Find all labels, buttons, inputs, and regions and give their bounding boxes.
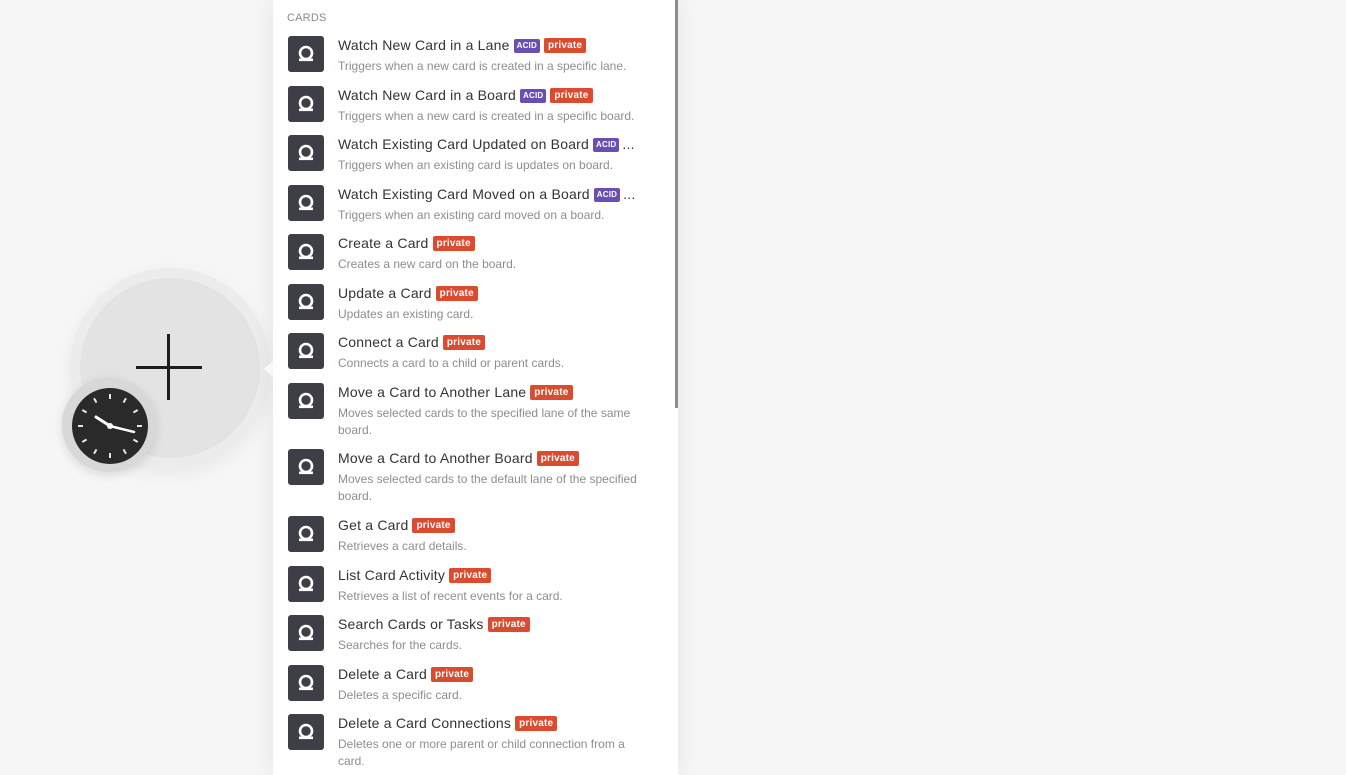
app-icon <box>288 383 324 419</box>
private-badge: private <box>435 286 478 301</box>
item-description: Triggers when a new card is created in a… <box>338 109 635 123</box>
app-icon <box>288 714 324 750</box>
private-badge: private <box>449 568 492 583</box>
private-badge: private <box>543 38 587 53</box>
app-icon <box>288 234 324 270</box>
item-title: Create a Card <box>338 235 429 251</box>
item-description: Connects a card to a child or parent car… <box>338 356 565 370</box>
private-badge: private <box>442 335 486 350</box>
private-badge: private <box>530 385 573 400</box>
item-description: Triggers when an existing card is update… <box>338 158 614 172</box>
item-title: Delete a Card Connections <box>338 715 512 731</box>
item-description: Retrieves a card details. <box>338 539 467 553</box>
private-badge: private <box>550 88 593 103</box>
schedule-clock-button[interactable] <box>72 388 148 464</box>
item-title: Move a Card to Another Lane <box>338 384 527 400</box>
item-description: Searches for the cards. <box>338 638 463 652</box>
scrollbar[interactable] <box>675 0 678 408</box>
item-description: Retrieves a list of recent events for a … <box>338 589 563 603</box>
clock-icon <box>78 394 142 458</box>
panel-pointer <box>264 361 273 377</box>
app-icon <box>288 449 324 485</box>
item-description: Triggers when a new card is created in a… <box>338 59 627 73</box>
truncation-ellipsis: ... <box>623 186 636 202</box>
item-title: Delete a Card <box>338 666 427 682</box>
item-description: Creates a new card on the board. <box>338 257 517 271</box>
private-badge: private <box>432 236 475 251</box>
private-badge: private <box>412 518 455 533</box>
private-badge: private <box>536 451 579 466</box>
private-badge: private <box>487 617 530 632</box>
item-title: Connect a Card <box>338 334 439 350</box>
app-icon <box>288 665 324 701</box>
item-title: Watch Existing Card Updated on Board <box>338 136 590 152</box>
app-icon <box>288 36 324 72</box>
app-icon <box>288 566 324 602</box>
app-icon <box>288 516 324 552</box>
private-badge: private <box>430 667 474 682</box>
item-title: Update a Card <box>338 285 432 301</box>
item-title: Move a Card to Another Board <box>338 450 533 466</box>
item-description: Triggers when an existing card moved on … <box>338 208 605 222</box>
app-icon <box>288 185 324 221</box>
private-badge: private <box>515 716 558 731</box>
acid-badge: ACID <box>593 188 621 202</box>
truncation-ellipsis: ... <box>622 136 635 152</box>
item-title: Get a Card <box>338 517 409 533</box>
acid-badge: ACID <box>593 138 620 152</box>
acid-badge: ACID <box>513 39 540 53</box>
module-picker-panel: CARDS Watch New Card in a Lane ACID privat… <box>273 0 678 775</box>
item-description: Moves selected cards to the default lane… <box>338 472 637 503</box>
acid-badge: ACID <box>520 89 547 103</box>
item-description: Deletes a specific card. <box>338 688 463 702</box>
app-icon <box>288 135 324 171</box>
app-icon <box>288 333 324 369</box>
section-title: CARDS <box>287 12 327 24</box>
app-icon <box>288 615 324 651</box>
app-icon <box>288 284 324 320</box>
app-icon <box>288 86 324 122</box>
item-title: Watch New Card in a Lane <box>338 37 510 53</box>
item-description: Moves selected cards to the specified la… <box>338 406 631 437</box>
item-title: List Card Activity <box>338 567 446 583</box>
item-title: Search Cards or Tasks <box>338 616 484 632</box>
item-description: Updates an existing card. <box>338 307 474 321</box>
item-title: Watch New Card in a Board <box>338 87 516 103</box>
item-description: Deletes one or more parent or child conn… <box>338 737 625 768</box>
item-title: Watch Existing Card Moved on a Board <box>338 186 590 202</box>
